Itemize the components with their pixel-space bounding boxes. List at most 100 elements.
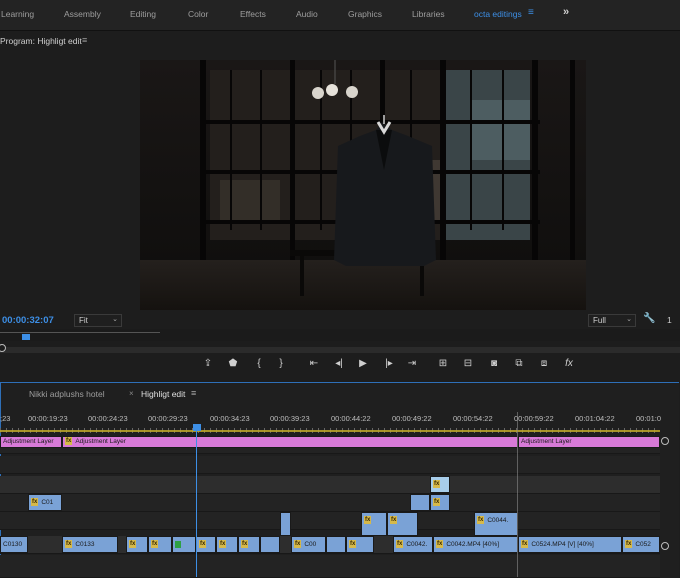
in-point-icon[interactable]: { — [252, 358, 266, 369]
tab-assembly[interactable]: Assembly — [64, 9, 101, 19]
zoom-fit-dropdown[interactable]: Fit ⌄ — [74, 314, 122, 327]
fx-badge-icon: fx — [65, 540, 73, 549]
green-label-icon — [175, 540, 181, 548]
clip[interactable]: fx — [196, 536, 216, 553]
program-mini-ruler[interactable] — [0, 329, 680, 341]
mini-scroll-track[interactable] — [0, 347, 680, 353]
go-to-in-icon[interactable]: ⇤ — [307, 358, 321, 369]
fx-badge-icon: fx — [390, 516, 398, 525]
track-v4[interactable] — [0, 476, 660, 494]
ruler-label: 00:00:29:23 — [148, 414, 188, 423]
clip-adjustment-layer[interactable]: fx Adjustment Layer — [62, 436, 518, 448]
close-icon[interactable]: × — [129, 389, 134, 398]
tab-octa-editings[interactable]: octa editings — [474, 9, 522, 19]
fx-badge-icon: fx — [436, 540, 444, 549]
fx-badge-icon: fx — [625, 540, 633, 549]
mini-playhead[interactable] — [22, 334, 30, 340]
clip-adjustment-layer[interactable]: Adjustment Layer — [518, 436, 660, 448]
more-workspaces-icon[interactable]: » — [563, 6, 569, 18]
track-a1[interactable] — [0, 555, 660, 578]
clip-c0042-mp4[interactable]: fx C0042.MP4 [40%] — [433, 536, 518, 553]
compare-icon[interactable]: ⧉ — [512, 358, 526, 369]
lift-icon[interactable]: ⊞ — [436, 358, 450, 369]
multi-icon[interactable]: ⧈ — [537, 358, 551, 369]
clip[interactable]: fx — [216, 536, 238, 553]
step-back-icon[interactable]: ◂| — [332, 358, 346, 369]
export-frame-icon[interactable]: ⇪ — [201, 358, 215, 369]
clip[interactable]: fx — [346, 536, 374, 553]
panel-menu-icon[interactable]: ≡ — [82, 35, 87, 45]
clip-c0044[interactable]: fx C0044. — [474, 512, 518, 536]
vertical-scroll-bottom-handle[interactable] — [661, 542, 669, 550]
fx-badge-icon: fx — [521, 540, 529, 549]
resolution-dropdown[interactable]: Full ⌄ — [588, 314, 636, 327]
workspace-bar: Learning Assembly Editing Color Effects … — [0, 0, 680, 31]
ruler-label: 00:00:19:23 — [28, 414, 68, 423]
clip[interactable] — [260, 536, 280, 553]
extract-icon[interactable]: ⊟ — [461, 358, 475, 369]
clip[interactable]: fx — [430, 494, 450, 511]
sequence-tab-highligt[interactable]: Highligt edit — [141, 389, 185, 399]
track-v3[interactable] — [0, 494, 660, 512]
clip-c0042[interactable]: fx C0042. — [393, 536, 433, 553]
clip[interactable]: fx — [387, 512, 418, 536]
clip-c01[interactable]: fx C01 — [28, 494, 62, 511]
clip-label: C0524.MP4 [V] [40%] — [531, 541, 594, 548]
fx-badge-icon: fx — [433, 480, 441, 489]
fx-badge-icon: fx — [151, 540, 159, 549]
marker-icon[interactable]: ⬟ — [226, 358, 240, 369]
fx-icon[interactable]: fx — [562, 358, 576, 369]
wrench-icon[interactable]: 🔧 — [643, 313, 655, 324]
clip-c00[interactable]: fx C00 — [291, 536, 326, 553]
out-point-icon[interactable]: } — [274, 358, 288, 369]
go-to-out-icon[interactable]: ⇥ — [405, 358, 419, 369]
clip-label: Adjustment Layer — [521, 438, 572, 445]
clip[interactable] — [326, 536, 346, 553]
clip-c0130[interactable]: C0130 — [0, 536, 28, 553]
fraction-value[interactable]: 1 — [667, 315, 672, 325]
clip[interactable]: fx — [148, 536, 172, 553]
tab-color[interactable]: Color — [188, 9, 208, 19]
clip-c052[interactable]: fx C052 — [622, 536, 660, 553]
tab-graphics[interactable]: Graphics — [348, 9, 382, 19]
playhead-handle[interactable] — [193, 424, 201, 431]
ruler-label: 00:00:24:23 — [88, 414, 128, 423]
clip[interactable]: fx — [238, 536, 260, 553]
clip-c0133[interactable]: fx C0133 — [62, 536, 118, 553]
fx-badge-icon: fx — [219, 540, 227, 549]
tab-editing[interactable]: Editing — [130, 9, 156, 19]
tab-learning[interactable]: Learning — [1, 9, 34, 19]
vertical-scroll-top-handle[interactable] — [661, 437, 669, 445]
work-area-bar[interactable] — [0, 430, 660, 432]
ruler-label: ;23 — [0, 414, 11, 423]
resolution-value: Full — [593, 316, 606, 325]
clip-adjustment-layer[interactable]: Adjustment Layer — [0, 436, 62, 448]
clip[interactable] — [280, 512, 291, 536]
fx-badge-icon: fx — [129, 540, 137, 549]
tab-effects[interactable]: Effects — [240, 9, 266, 19]
playhead-line[interactable] — [196, 430, 197, 577]
camera-icon[interactable]: ◙ — [487, 358, 501, 369]
tab-audio[interactable]: Audio — [296, 9, 318, 19]
workspace-menu-icon[interactable]: ≡ — [528, 7, 534, 18]
panel-menu-icon[interactable]: ≡ — [191, 388, 196, 398]
clip[interactable]: fx — [361, 512, 387, 536]
clip-label: C0133 — [75, 541, 95, 548]
program-monitor-title[interactable]: Program: Highligt edit — [0, 36, 82, 46]
clip-label: C0042.MP4 [40%] — [446, 541, 500, 548]
clip-selected[interactable]: fx — [430, 476, 450, 493]
step-forward-icon[interactable]: |▸ — [382, 358, 396, 369]
playhead-timecode[interactable]: 00:00:32:07 — [2, 315, 54, 326]
track-v2[interactable] — [0, 512, 660, 530]
tab-libraries[interactable]: Libraries — [412, 9, 445, 19]
clip[interactable] — [172, 536, 196, 553]
fx-badge-icon: fx — [396, 540, 404, 549]
sequence-tab-nikki[interactable]: Nikki adplushs hotel — [29, 389, 105, 399]
fx-badge-icon: fx — [364, 516, 372, 525]
clip[interactable] — [410, 494, 430, 511]
clip[interactable]: fx — [126, 536, 148, 553]
track-v5[interactable] — [0, 456, 660, 474]
play-icon[interactable]: ▶ — [356, 358, 370, 369]
clip-c0524-mp4[interactable]: fx C0524.MP4 [V] [40%] — [518, 536, 622, 553]
chevron-down-icon: ⌄ — [626, 316, 632, 323]
